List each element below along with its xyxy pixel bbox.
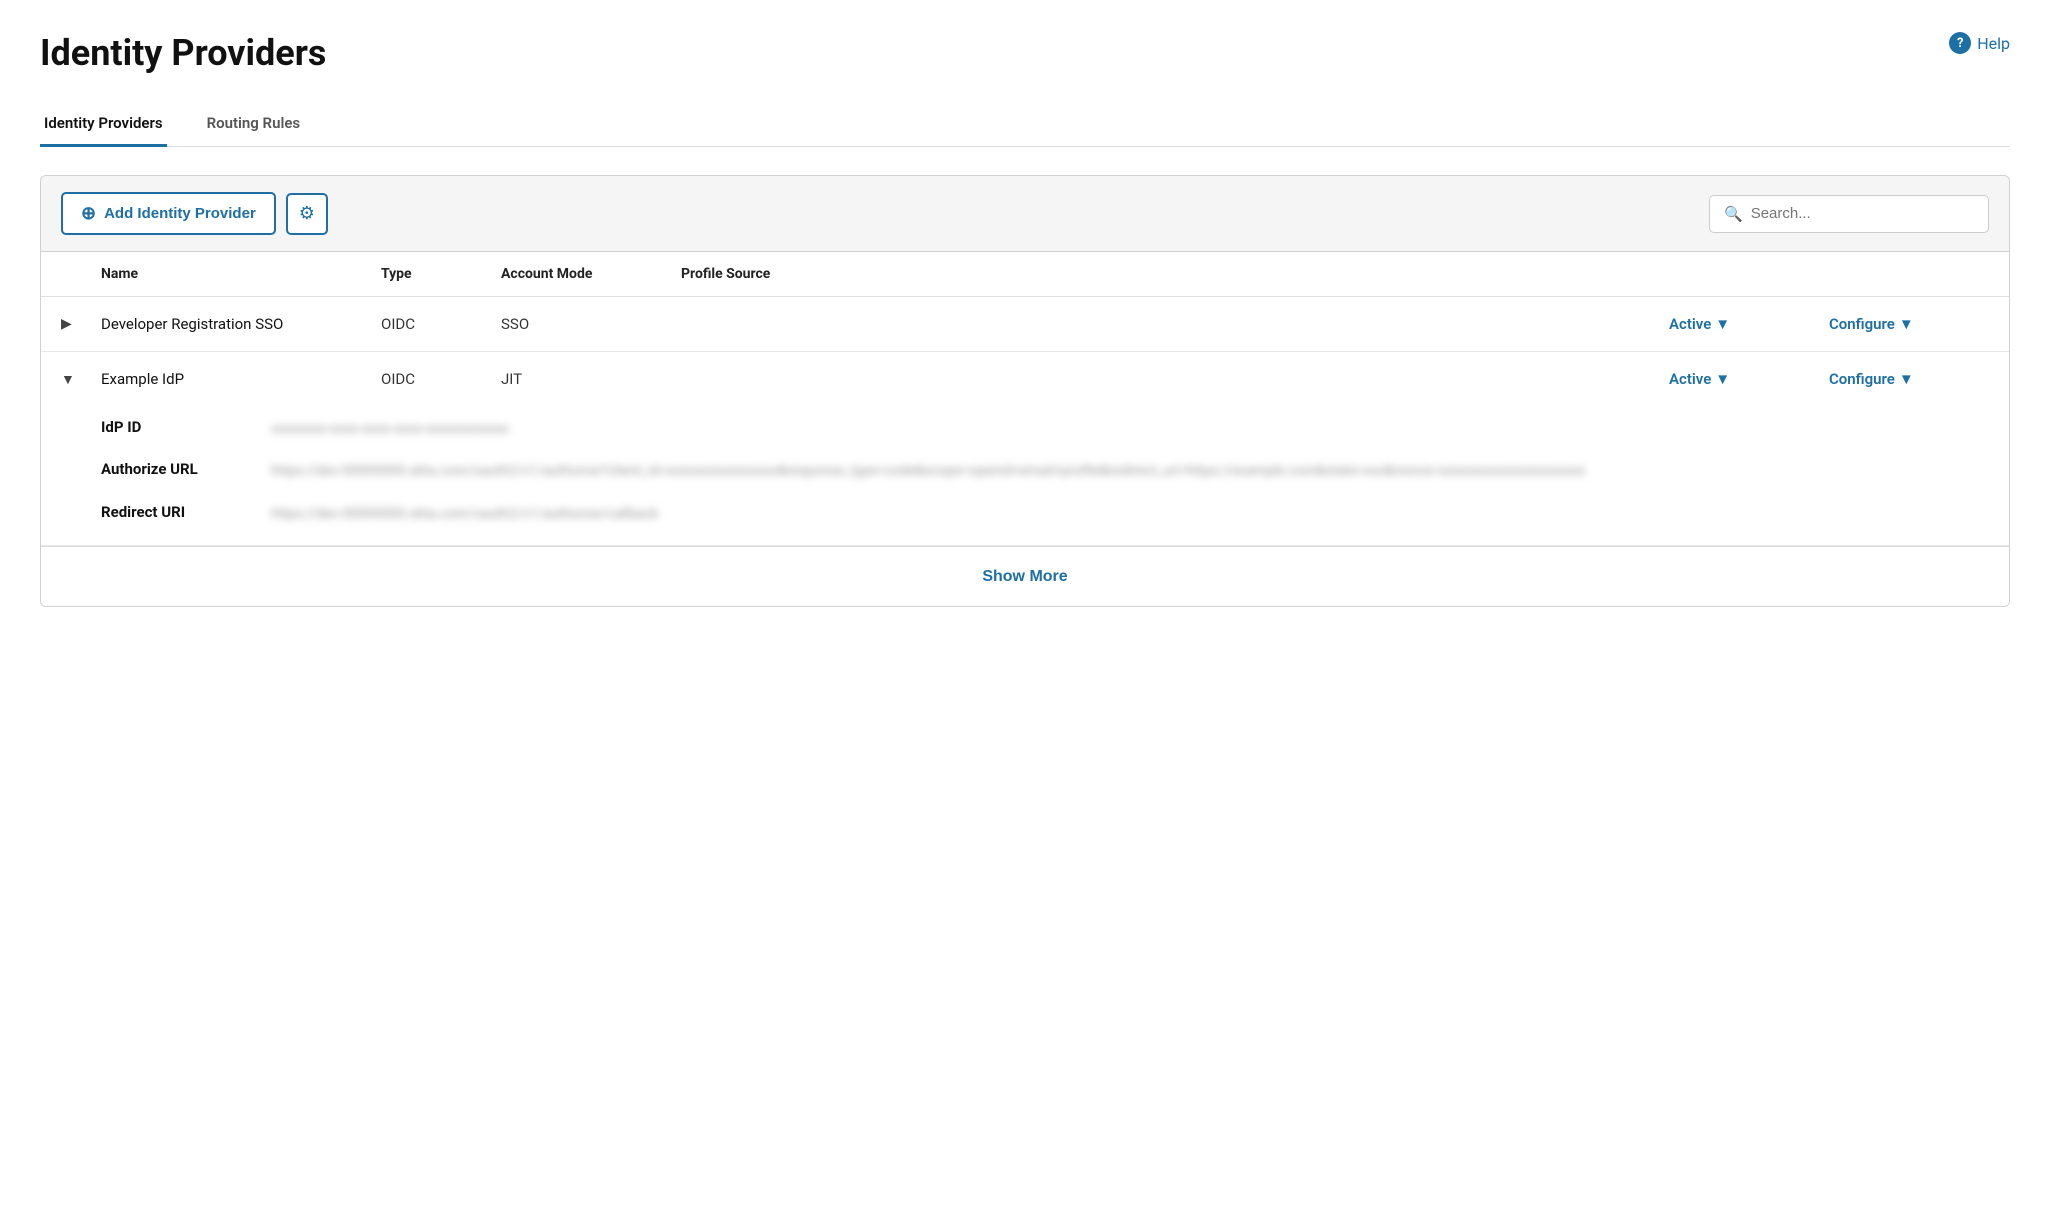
detail-redirect-uri: Redirect URI https://dev-00000000.okta.c… <box>101 503 1989 525</box>
search-input[interactable] <box>1751 205 1974 222</box>
configure-chevron-icon-2: ▼ <box>1899 370 1914 388</box>
configure-chevron-icon: ▼ <box>1899 315 1914 333</box>
page-title: Identity Providers <box>40 32 326 74</box>
tab-identity-providers[interactable]: Identity Providers <box>40 102 167 147</box>
redirect-uri-label: Redirect URI <box>101 503 261 521</box>
row-name-example-idp: Example IdP <box>101 370 381 388</box>
expand-chevron-example-idp[interactable]: ▼ <box>61 371 101 388</box>
help-link[interactable]: ? Help <box>1949 32 2010 54</box>
authorize-url-value: https://dev-00000000.okta.com/oauth2/v1/… <box>271 460 1989 482</box>
status-chevron-icon-2: ▼ <box>1715 370 1730 388</box>
settings-button[interactable]: ⚙ <box>286 193 328 235</box>
detail-authorize-url: Authorize URL https://dev-00000000.okta.… <box>101 460 1989 482</box>
toolbar: ⊕ Add Identity Provider ⚙ 🔍 <box>41 176 2009 252</box>
search-box: 🔍 <box>1709 195 1989 233</box>
provider-row-dev-reg-sso: ▶ Developer Registration SSO OIDC SSO Ac… <box>41 297 2009 352</box>
page-header: Identity Providers ? Help <box>40 32 2010 74</box>
status-button-example-idp[interactable]: Active ▼ <box>1669 370 1829 388</box>
redirect-uri-value: https://dev-00000000.okta.com/oauth2/v1/… <box>271 503 1989 525</box>
help-icon: ? <box>1949 32 1971 54</box>
col-name: Name <box>101 266 381 282</box>
add-identity-provider-button[interactable]: ⊕ Add Identity Provider <box>61 192 276 235</box>
status-chevron-icon: ▼ <box>1715 315 1730 333</box>
col-account-mode: Account Mode <box>501 266 681 282</box>
col-status <box>1669 266 1829 282</box>
idp-id-label: IdP ID <box>101 418 261 436</box>
table-header: Name Type Account Mode Profile Source <box>41 252 2009 297</box>
row-name-dev-reg-sso: Developer Registration SSO <box>101 315 381 333</box>
authorize-url-label: Authorize URL <box>101 460 261 478</box>
main-panel: ⊕ Add Identity Provider ⚙ 🔍 Name Type Ac… <box>40 175 2010 607</box>
col-configure <box>1829 266 1989 282</box>
tab-routing-rules[interactable]: Routing Rules <box>203 102 305 147</box>
gear-icon: ⚙ <box>299 203 315 224</box>
configure-button-dev-reg-sso[interactable]: Configure ▼ <box>1829 315 1989 333</box>
provider-row-example-idp: ▼ Example IdP OIDC JIT Active ▼ Configur… <box>41 352 2009 546</box>
row-account-mode-example-idp: JIT <box>501 370 681 388</box>
row-account-mode-dev-reg-sso: SSO <box>501 315 681 333</box>
row-main-example-idp: ▼ Example IdP OIDC JIT Active ▼ Configur… <box>41 352 2009 406</box>
search-icon: 🔍 <box>1724 205 1743 223</box>
detail-idp-id: IdP ID xxxxxxxx-xxxx-xxxx-xxxx-xxxxxxxxx… <box>101 418 1989 440</box>
col-profile-source: Profile Source <box>681 266 1669 282</box>
expand-chevron-dev-reg-sso[interactable]: ▶ <box>61 316 101 332</box>
show-more-button[interactable]: Show More <box>982 568 1067 586</box>
row-main-dev-reg-sso: ▶ Developer Registration SSO OIDC SSO Ac… <box>41 297 2009 351</box>
configure-button-example-idp[interactable]: Configure ▼ <box>1829 370 1989 388</box>
col-type: Type <box>381 266 501 282</box>
row-type-example-idp: OIDC <box>381 370 501 388</box>
tabs: Identity Providers Routing Rules <box>40 102 2010 147</box>
row-type-dev-reg-sso: OIDC <box>381 315 501 333</box>
help-label: Help <box>1977 34 2010 53</box>
col-expand <box>61 266 101 282</box>
row-details-example-idp: IdP ID xxxxxxxx-xxxx-xxxx-xxxx-xxxxxxxxx… <box>41 406 2009 545</box>
idp-id-value: xxxxxxxx-xxxx-xxxx-xxxx-xxxxxxxxxxxx <box>271 418 1989 440</box>
show-more-section: Show More <box>41 546 2009 606</box>
add-icon: ⊕ <box>81 203 96 224</box>
status-button-dev-reg-sso[interactable]: Active ▼ <box>1669 315 1829 333</box>
toolbar-left: ⊕ Add Identity Provider ⚙ <box>61 192 328 235</box>
